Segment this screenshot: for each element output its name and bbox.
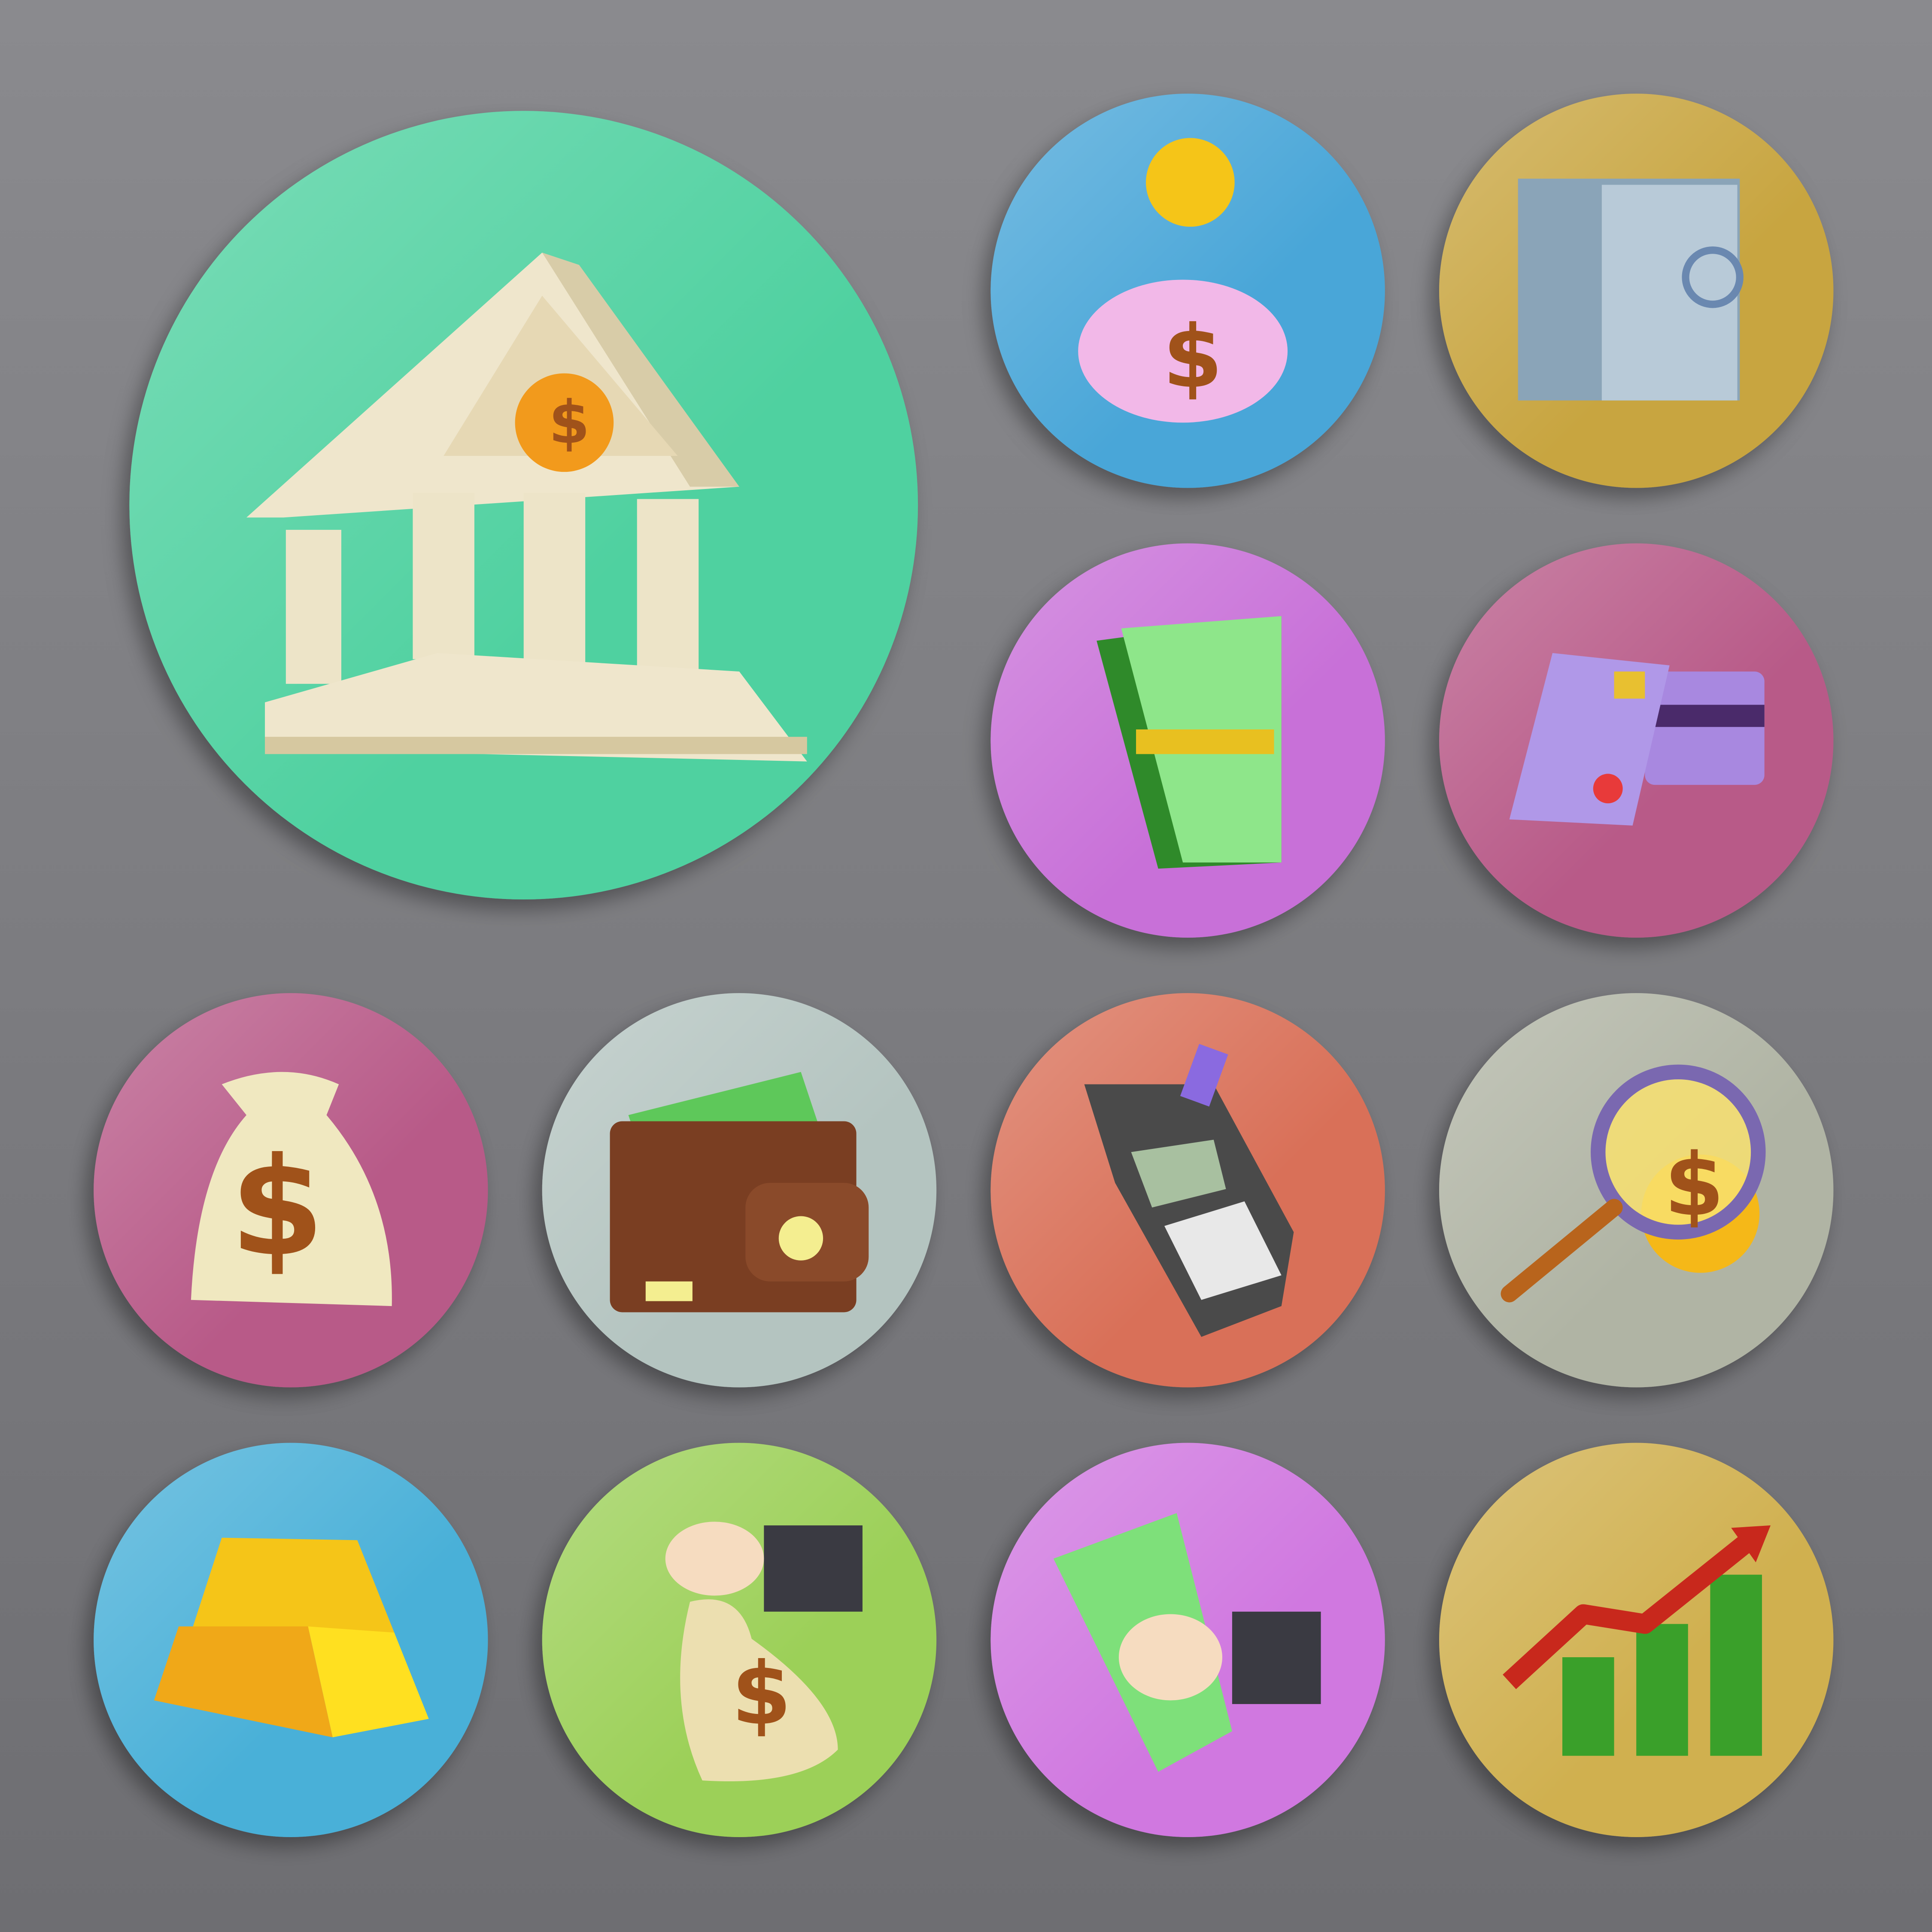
safe-icon	[1518, 179, 1744, 401]
bank-badge-gloss	[129, 111, 918, 900]
dollar-sign: $	[230, 1129, 325, 1286]
dollar-sign: $	[1664, 1135, 1724, 1235]
dollar-sign: $	[549, 388, 590, 457]
dollar-sign: $	[732, 1644, 792, 1744]
finance-icon-set: $ $ $ $ $	[0, 0, 1932, 1932]
dollar-sign: $	[1163, 307, 1223, 407]
